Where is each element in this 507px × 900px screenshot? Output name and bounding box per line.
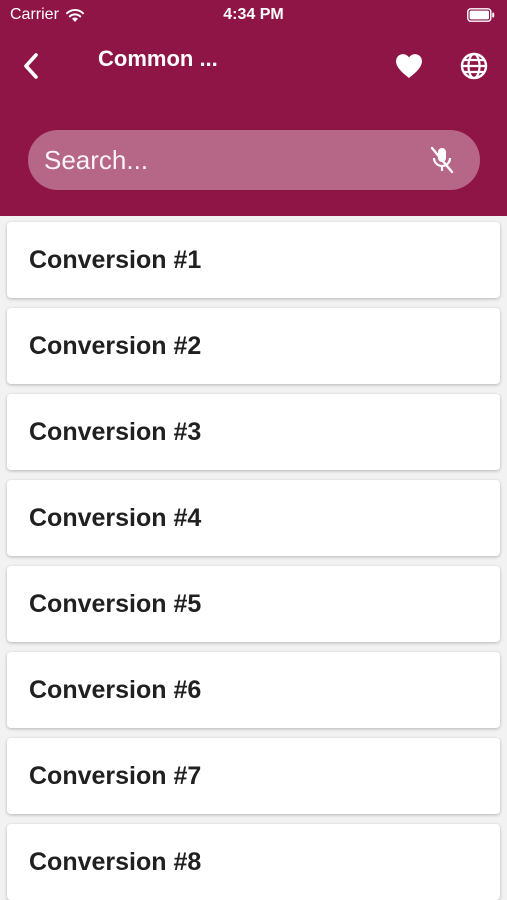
list-item[interactable]: Conversion #4 <box>7 480 500 556</box>
search-input[interactable] <box>42 139 420 181</box>
list-item[interactable]: Conversion #3 <box>7 394 500 470</box>
list-item[interactable]: Conversion #1 <box>7 222 500 298</box>
app-screen: Carrier 4:34 PM Common ... Search... Con… <box>0 0 507 900</box>
list-item-label: Conversion #5 <box>29 589 202 618</box>
status-time: 4:34 PM <box>223 6 284 23</box>
header: Carrier 4:34 PM Common ... Search... <box>0 0 507 216</box>
mic-off-icon <box>430 146 454 174</box>
battery-icon <box>467 8 495 27</box>
list-item-label: Conversion #2 <box>29 331 202 360</box>
list-item-label: Conversion #6 <box>29 675 202 704</box>
list-item[interactable]: Conversion #8 <box>7 824 500 900</box>
voice-search-button[interactable] <box>420 138 464 182</box>
list-item-label: Conversion #1 <box>29 245 202 274</box>
language-button[interactable] <box>454 46 494 86</box>
list-item[interactable]: Conversion #7 <box>7 738 500 814</box>
list-item-label: Conversion #4 <box>29 503 202 532</box>
list-item-label: Conversion #8 <box>29 847 202 876</box>
globe-icon <box>460 52 488 80</box>
search-bar <box>28 130 480 190</box>
back-button[interactable] <box>12 46 52 86</box>
list-item[interactable]: Conversion #2 <box>7 308 500 384</box>
page-title: Common ... <box>98 46 218 71</box>
back-icon <box>24 53 38 79</box>
list-item[interactable]: Conversion #6 <box>7 652 500 728</box>
list-item-label: Conversion #7 <box>29 761 202 790</box>
nav-bar: Common ... <box>0 36 507 96</box>
status-bar: Carrier 4:34 PM <box>0 0 507 32</box>
list-item[interactable]: Conversion #5 <box>7 566 500 642</box>
heart-icon <box>396 54 422 78</box>
favorites-button[interactable] <box>389 46 429 86</box>
list-item-label: Conversion #3 <box>29 417 202 446</box>
